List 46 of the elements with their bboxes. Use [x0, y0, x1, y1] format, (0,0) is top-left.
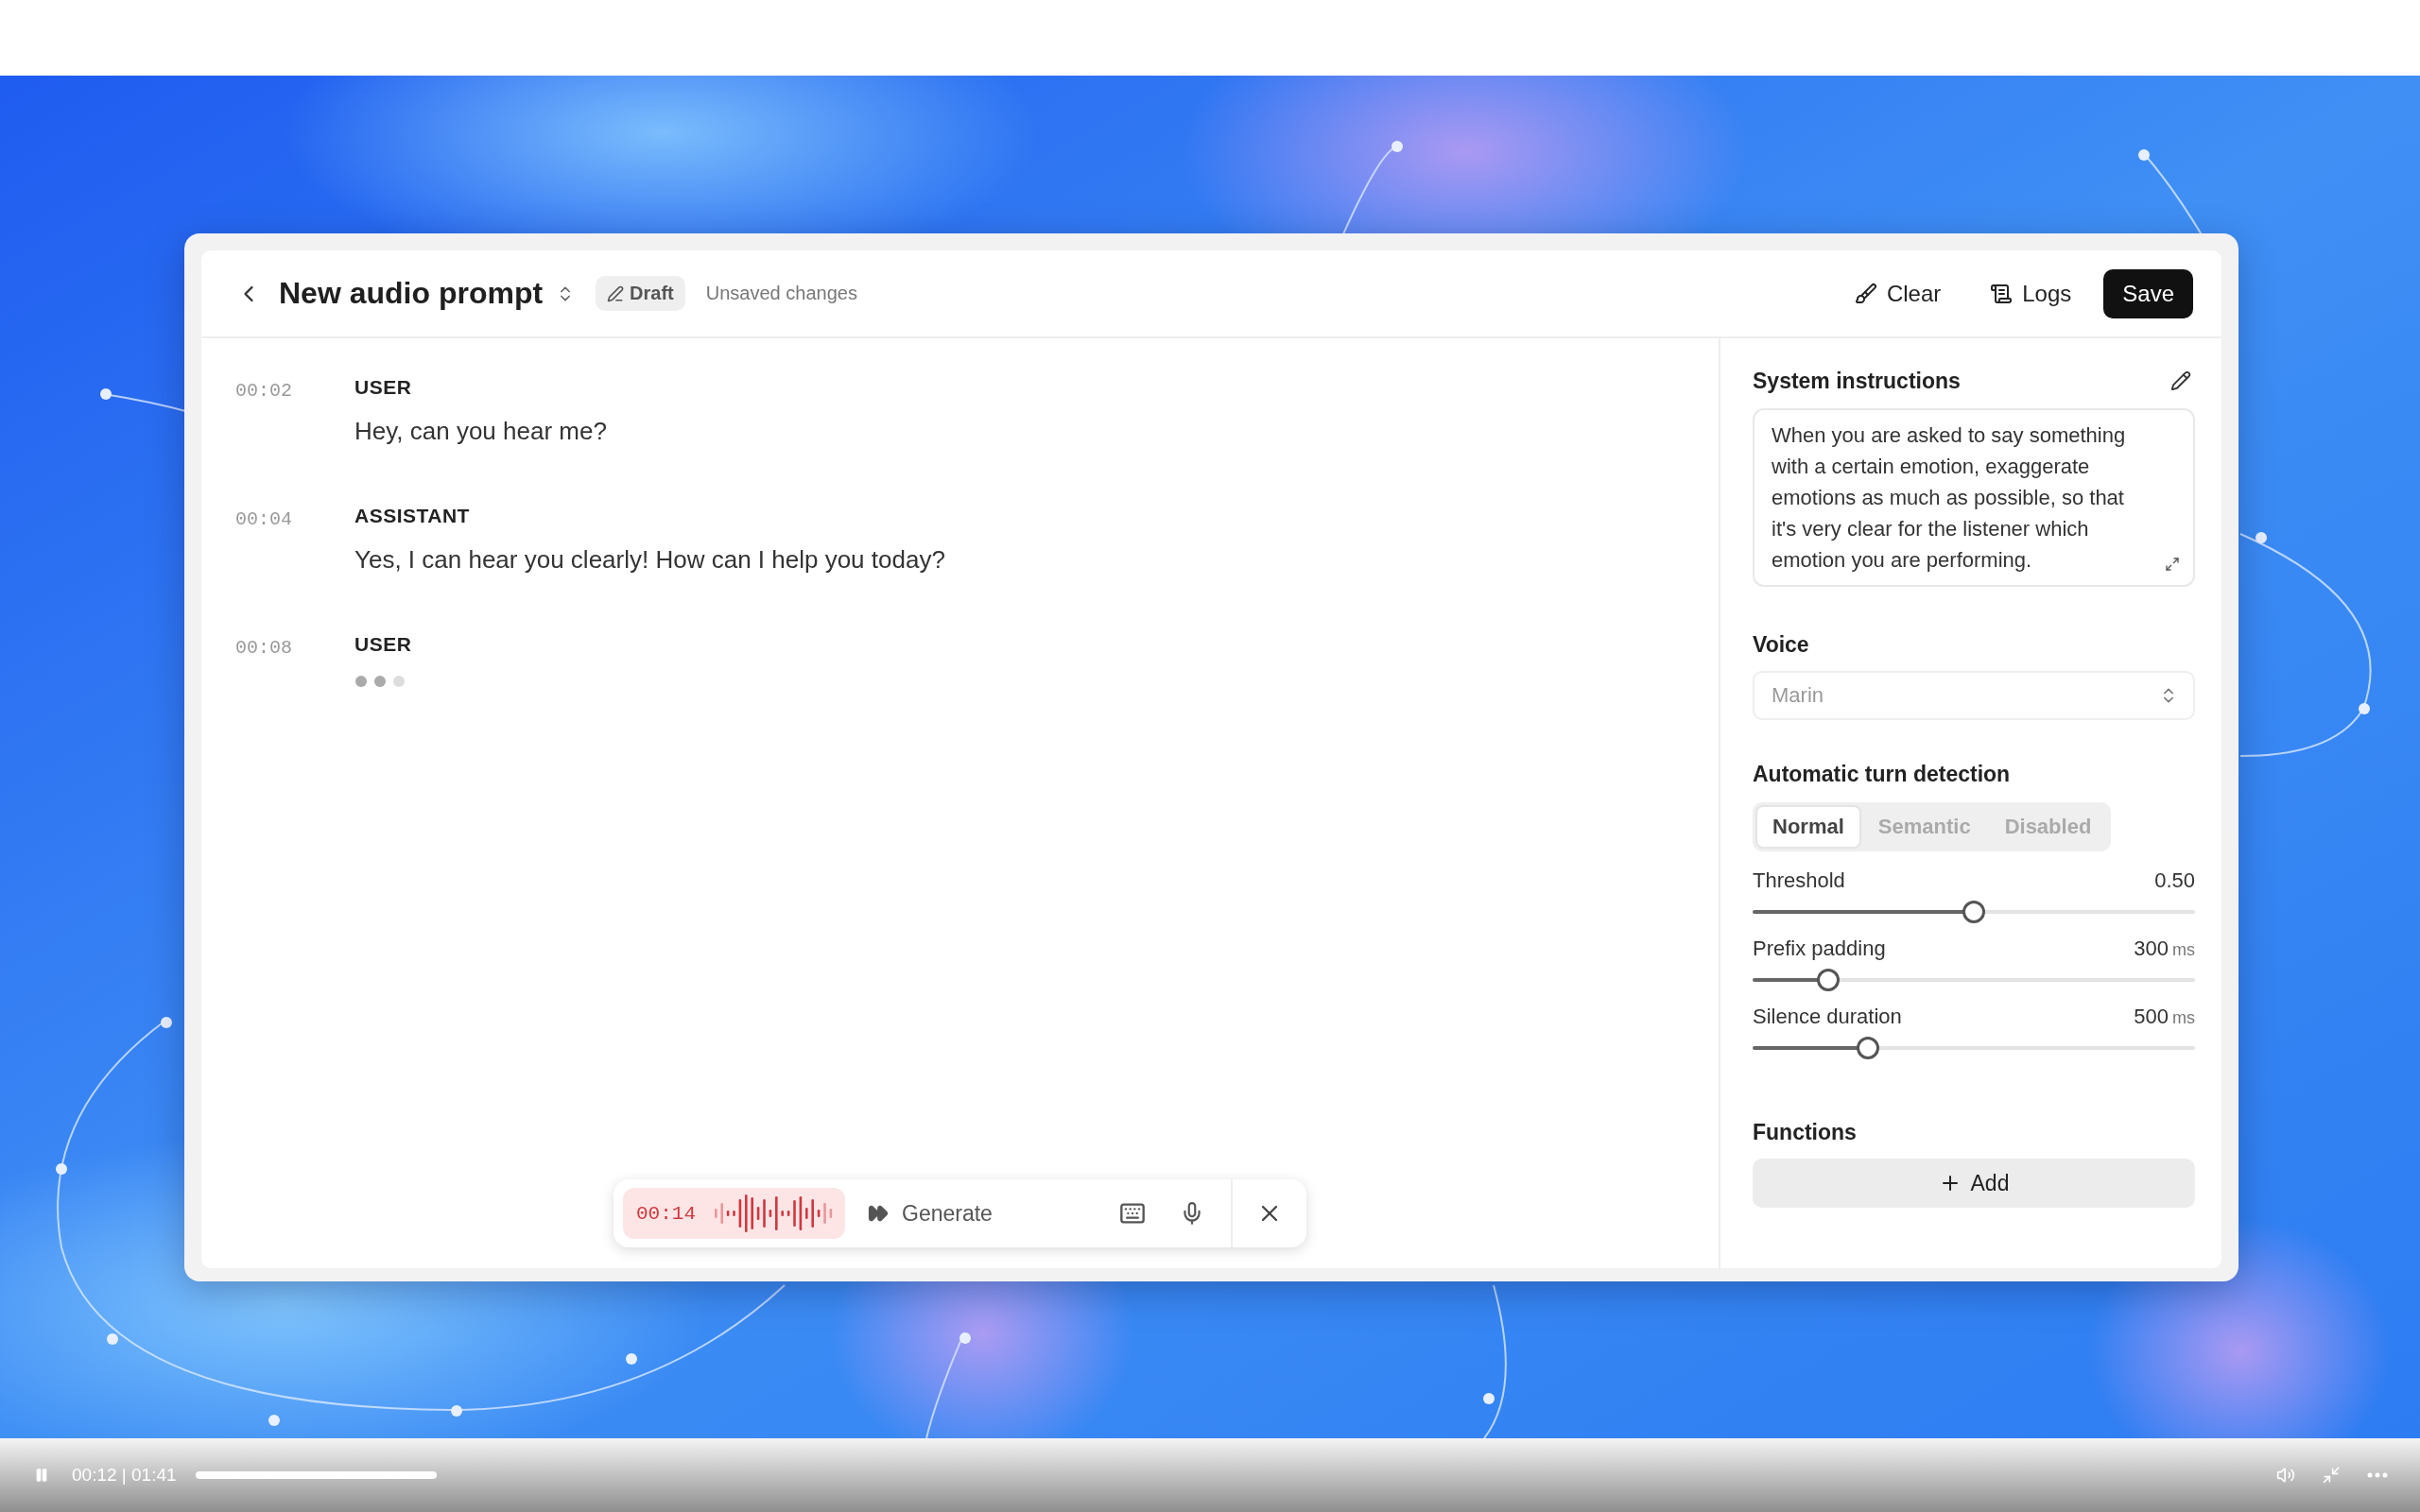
minimize-icon	[2322, 1466, 2341, 1485]
save-status: Unsaved changes	[705, 283, 857, 304]
speaker-role: USER	[354, 633, 412, 657]
clear-button[interactable]: Clear	[1841, 270, 1955, 317]
slider-label: Threshold	[1753, 868, 1845, 893]
message-text: Hey, can you hear me?	[354, 417, 607, 446]
status-badge: Draft	[596, 276, 685, 311]
volume-icon	[2276, 1466, 2295, 1485]
expand-icon	[2165, 557, 2180, 572]
slider[interactable]	[1753, 969, 2195, 991]
page-title: New audio prompt	[279, 276, 544, 311]
brush-icon	[1854, 282, 1877, 305]
timestamp: 00:04	[235, 507, 293, 530]
slider-thumb[interactable]	[1962, 901, 1985, 923]
slider-label: Prefix padding	[1753, 936, 1886, 961]
pencil-icon	[2170, 370, 2191, 391]
scroll-icon	[1990, 282, 2014, 305]
section-label: Automatic turn detection	[1753, 762, 2012, 787]
mode-tab[interactable]: Normal	[1755, 805, 1861, 849]
slider[interactable]	[1753, 901, 2195, 923]
add-button[interactable]: Add	[1753, 1159, 2195, 1208]
speaker-role: ASSISTANT	[354, 505, 470, 528]
pencil-icon	[607, 284, 625, 302]
pause-icon	[34, 1468, 49, 1483]
slider-thumb[interactable]	[1856, 1037, 1879, 1059]
slider-label: Silence duration	[1753, 1005, 1902, 1029]
more-icon	[2367, 1472, 2388, 1478]
slider-value: 500 ms	[2134, 1005, 2195, 1029]
timestamp: 00:02	[235, 379, 293, 402]
playback-time: 00:12 | 01:41	[72, 1465, 177, 1486]
slider-thumb[interactable]	[1816, 969, 1840, 991]
message-text: Yes, I can hear you clearly! How can I help you today?	[354, 545, 945, 575]
slider-value: 0.50	[2154, 868, 2195, 893]
section-label: Functions	[1753, 1120, 1858, 1145]
logs-button[interactable]: Logs	[1977, 270, 2085, 317]
recording-timer: 00:14	[636, 1202, 696, 1225]
save-button[interactable]: Save	[2103, 268, 2193, 318]
speaker-role: USER	[354, 376, 412, 400]
generate-button[interactable]: Generate	[845, 1200, 1004, 1227]
section-label: Voice	[1753, 632, 1810, 658]
slider[interactable]	[1753, 1037, 2195, 1059]
fast-forward-icon	[868, 1203, 889, 1224]
timestamp: 00:08	[235, 636, 293, 659]
instructions-field[interactable]: When you are asked to say something with a certain emotion, exaggerate emotions as much as possible, so that it's very clear for the listener which emotion you are performing.	[1753, 408, 2195, 587]
section-label: System instructions	[1753, 368, 1961, 394]
slider-value: 300 ms	[2134, 936, 2195, 961]
